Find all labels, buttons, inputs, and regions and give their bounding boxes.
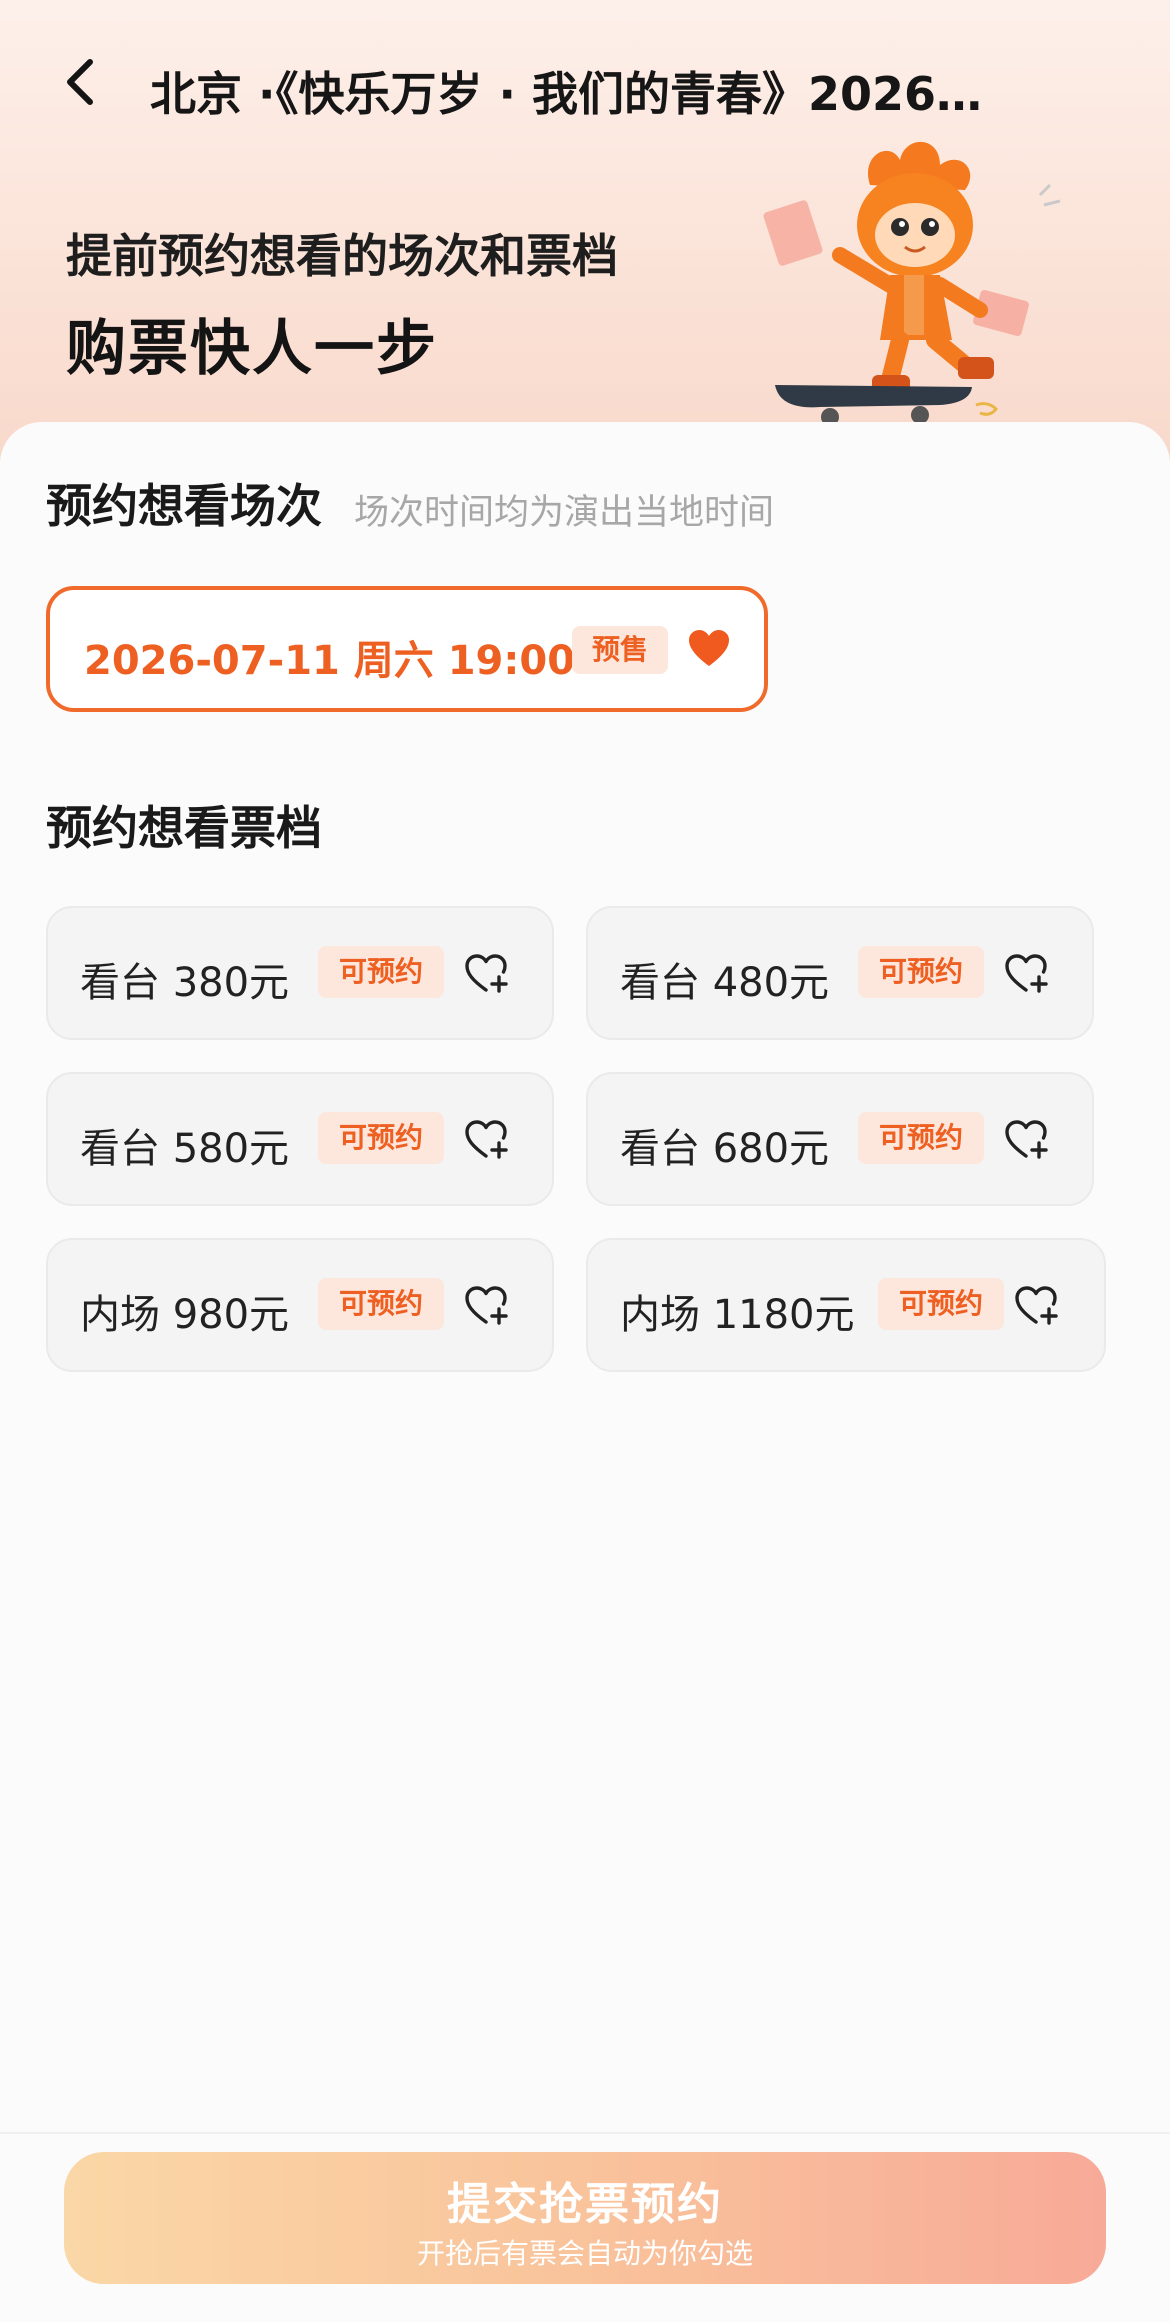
reservation-sheet: 预约想看场次 场次时间均为演出当地时间 2026-07-11 周六 19:00 … [0,422,1170,2122]
session-datetime: 2026-07-11 周六 19:00 [84,638,576,684]
hero-headline: 购票快人一步 [66,314,438,384]
tier-name: 看台 480元 [620,960,830,1006]
sessions-section-title: 预约想看场次 [46,479,322,533]
heart-plus-icon[interactable] [462,1282,510,1330]
heart-plus-icon[interactable] [462,950,510,998]
heart-plus-icon[interactable] [1002,1116,1050,1164]
tier-available-badge: 可预约 [318,946,444,998]
tier-card[interactable]: 看台 480元 可预约 [586,906,1094,1040]
tier-name: 看台 380元 [80,960,290,1006]
tier-card[interactable]: 内场 980元 可预约 [46,1238,554,1372]
tier-available-badge: 可预约 [878,1278,1004,1330]
top-nav: 北京 ·《快乐万岁 · 我们的青春》2026… [0,30,1170,140]
tier-name: 内场 1180元 [620,1292,855,1338]
tier-card[interactable]: 看台 380元 可预约 [46,906,554,1040]
tier-name: 内场 980元 [80,1292,290,1338]
tier-available-badge: 可预约 [858,946,984,998]
tier-available-badge: 可预约 [318,1278,444,1330]
session-option[interactable]: 2026-07-11 周六 19:00 预售 [46,586,768,712]
chevron-left-icon[interactable] [52,52,112,112]
sessions-section-note: 场次时间均为演出当地时间 [354,493,775,533]
page-title: 北京 ·《快乐万岁 · 我们的青春》2026… [150,67,983,118]
submit-button-subtitle: 开抢后有票会自动为你勾选 [416,2237,753,2270]
heart-plus-icon[interactable] [1012,1282,1060,1330]
submit-reservation-button[interactable]: 提交抢票预约 开抢后有票会自动为你勾选 [64,2152,1106,2284]
session-presale-badge: 预售 [572,626,668,674]
tiers-section-title: 预约想看票档 [46,801,322,855]
hero-banner: 北京 ·《快乐万岁 · 我们的青春》2026… 提前预约想看的场次和票档 购票快… [0,0,1170,470]
tier-card[interactable]: 看台 580元 可预约 [46,1072,554,1206]
tier-available-badge: 可预约 [858,1112,984,1164]
heart-filled-icon[interactable] [686,626,732,672]
heart-plus-icon[interactable] [462,1116,510,1164]
tier-card[interactable]: 看台 680元 可预约 [586,1072,1094,1206]
mascot-illustration [763,141,1061,426]
heart-plus-icon[interactable] [1002,950,1050,998]
tier-card[interactable]: 内场 1180元 可预约 [586,1238,1106,1372]
tier-name: 看台 680元 [620,1126,830,1172]
tier-available-badge: 可预约 [318,1112,444,1164]
hero-subtitle: 提前预约想看的场次和票档 [66,229,618,283]
footer-divider [0,2132,1170,2134]
submit-button-label: 提交抢票预约 [447,2179,723,2230]
tier-name: 看台 580元 [80,1126,290,1172]
